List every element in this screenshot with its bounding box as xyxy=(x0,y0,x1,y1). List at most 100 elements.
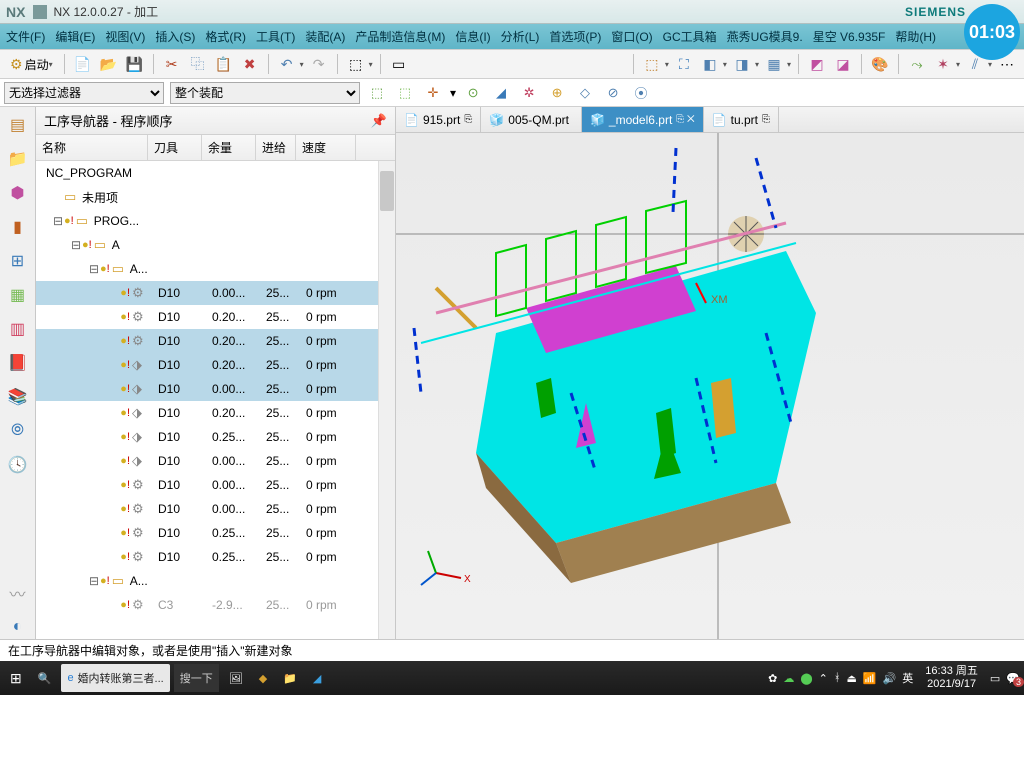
3d-viewport[interactable]: XM X xyxy=(396,133,1024,639)
tray-360-icon[interactable]: ⬤ xyxy=(800,672,812,685)
tree-row[interactable]: ●!⚙D100.00...25...0 rpm xyxy=(36,281,395,305)
tab-2[interactable]: 🧊_model6.prt⎘ ✕ xyxy=(582,107,704,132)
menu-xingkong[interactable]: 星空 V6.935F xyxy=(813,26,886,47)
tray-flower-icon[interactable]: ✿ xyxy=(768,672,777,685)
rail-toggle-icon[interactable]: 〰 xyxy=(6,581,30,605)
render-icon[interactable]: ▦ xyxy=(763,53,785,75)
col-speed[interactable]: 速度 xyxy=(296,135,356,160)
task-chat[interactable]: ◢ xyxy=(307,664,327,692)
paste-icon[interactable]: 📋 xyxy=(213,53,235,75)
rail-book-icon[interactable]: 📕 xyxy=(6,351,30,375)
menu-format[interactable]: 格式(R) xyxy=(205,26,246,47)
tray-ime[interactable]: 英 xyxy=(902,670,913,686)
tab-1[interactable]: 🧊005-QM.prt xyxy=(481,107,582,132)
filter-btn1[interactable]: ⬚ xyxy=(366,82,388,104)
curve2-icon[interactable]: ✶ xyxy=(932,53,954,75)
tree-row[interactable]: ●!⚙D100.25...25...0 rpm xyxy=(36,545,395,569)
start-button[interactable]: ⚙启动▾ xyxy=(6,54,57,75)
menu-info[interactable]: 信息(I) xyxy=(455,26,490,47)
tab-0[interactable]: 📄915.prt⎘ xyxy=(396,107,481,132)
wcs2-icon[interactable]: ◪ xyxy=(832,53,854,75)
menu-help[interactable]: 帮助(H) xyxy=(895,26,936,47)
tree-row[interactable]: ●!⚙C3-2.9...25...0 rpm xyxy=(36,593,395,617)
cut-icon[interactable]: ✂ xyxy=(161,53,183,75)
start-menu[interactable]: ⊞ xyxy=(4,664,28,692)
tree-row[interactable]: ⊟●!▭A xyxy=(36,233,395,257)
cube2-icon[interactable]: ◨ xyxy=(731,53,753,75)
task-explorer[interactable]: 📁 xyxy=(277,664,303,692)
rail-nav-icon[interactable]: ▤ xyxy=(6,113,30,137)
rail-reuse-icon[interactable]: ⬢ xyxy=(6,181,30,205)
curve1-icon[interactable]: ⤳ xyxy=(906,53,928,75)
rail-books-icon[interactable]: 📚 xyxy=(6,385,30,409)
tray-bt-icon[interactable]: ᚼ xyxy=(834,672,841,684)
rail-sheet-icon[interactable]: ▥ xyxy=(6,317,30,341)
rail-mfg-icon[interactable]: ▮ xyxy=(6,215,30,239)
zoom-fit-icon[interactable]: ⛶ xyxy=(673,53,695,75)
tree-row[interactable]: ⊟●!▭PROG... xyxy=(36,209,395,233)
menu-pmi[interactable]: 产品制造信息(M) xyxy=(355,26,445,47)
tree-row[interactable]: ▭未用项 xyxy=(36,185,395,209)
rail-tree-icon[interactable]: ⊞ xyxy=(6,249,30,273)
copy-icon[interactable]: ⿻ xyxy=(187,53,209,75)
tree-row[interactable]: NC_PROGRAM xyxy=(36,161,395,185)
tray-wifi-icon[interactable]: 📶 xyxy=(863,672,877,685)
tree-row[interactable]: ●!⬗D100.20...25...0 rpm xyxy=(36,353,395,377)
rail-wifi-icon[interactable]: ⦾ xyxy=(6,419,30,443)
snap-quad-icon[interactable]: ◇ xyxy=(574,82,596,104)
tree-row[interactable]: ●!⚙D100.20...25...0 rpm xyxy=(36,305,395,329)
color-icon[interactable]: 🎨 xyxy=(869,53,891,75)
search-box[interactable]: 搜一下 xyxy=(174,664,219,692)
tree-row[interactable]: ●!⬗D100.20...25...0 rpm xyxy=(36,401,395,425)
filter-btn3[interactable]: ✛ xyxy=(422,82,444,104)
snap-point-icon[interactable]: ⊙ xyxy=(462,82,484,104)
col-remain[interactable]: 余量 xyxy=(202,135,256,160)
wcs1-icon[interactable]: ◩ xyxy=(806,53,828,75)
tray-vol-icon[interactable]: 🔊 xyxy=(883,672,897,685)
rail-part-icon[interactable]: 📁 xyxy=(6,147,30,171)
menu-edit[interactable]: 编辑(E) xyxy=(55,26,95,47)
delete-icon[interactable]: ✖ xyxy=(239,53,261,75)
tree-row[interactable]: ●!⚙D100.25...25...0 rpm xyxy=(36,521,395,545)
menu-file[interactable]: 文件(F) xyxy=(6,26,45,47)
touch-icon[interactable]: ⬚ xyxy=(345,53,367,75)
undo-icon[interactable]: ↶ xyxy=(276,53,298,75)
filter-btn2[interactable]: ⬚ xyxy=(394,82,416,104)
tree-row[interactable]: ●!⚙D100.20...25...0 rpm xyxy=(36,329,395,353)
tree-row[interactable]: ⊟●!▭A... xyxy=(36,257,395,281)
col-tool[interactable]: 刀具 xyxy=(148,135,202,160)
menu-gc[interactable]: GC工具箱 xyxy=(663,26,717,47)
menu-yanxiu[interactable]: 燕秀UG模具9. xyxy=(727,26,803,47)
tray-note-icon[interactable]: ▭ xyxy=(990,672,1000,685)
menu-window[interactable]: 窗口(O) xyxy=(611,26,652,47)
menu-insert[interactable]: 插入(S) xyxy=(155,26,195,47)
browser-task[interactable]: e婚内转账第三者... xyxy=(61,664,169,692)
col-feed[interactable]: 进给 xyxy=(256,135,296,160)
task-img[interactable]: 🖼 xyxy=(223,664,249,692)
tab-3[interactable]: 📄tu.prt⎘ xyxy=(704,107,779,132)
rail-clock-icon[interactable]: 🕓 xyxy=(6,453,30,477)
cube1-icon[interactable]: ◧ xyxy=(699,53,721,75)
task-nx[interactable]: ◆ xyxy=(253,664,273,692)
snap-tan-icon[interactable]: ⊘ xyxy=(602,82,624,104)
snap-center-icon[interactable]: ⊕ xyxy=(546,82,568,104)
sel-window-icon[interactable]: ⬚ xyxy=(641,53,663,75)
tray-usb-icon[interactable]: ⏏ xyxy=(846,672,856,685)
save-icon[interactable]: 💾 xyxy=(124,53,146,75)
tree-row[interactable]: ●!⬗D100.00...25...0 rpm xyxy=(36,449,395,473)
new-icon[interactable]: 📄 xyxy=(72,53,94,75)
menu-assembly[interactable]: 装配(A) xyxy=(305,26,345,47)
tree-row[interactable]: ●!⬗D100.25...25...0 rpm xyxy=(36,425,395,449)
assembly-filter[interactable]: 整个装配 xyxy=(170,82,360,104)
obj-display-icon[interactable]: ▭ xyxy=(388,53,410,75)
search-win[interactable]: 🔍 xyxy=(32,664,58,692)
tray-wechat-icon[interactable]: ☁ xyxy=(783,672,794,685)
tree-row[interactable]: ●!⚙D100.00...25...0 rpm xyxy=(36,473,395,497)
tray-action-icon[interactable]: 💬3 xyxy=(1006,672,1020,685)
col-name[interactable]: 名称 xyxy=(36,135,148,160)
snap-curve-icon[interactable]: ⦿ xyxy=(630,82,652,104)
tree-row[interactable]: ●!⬗D100.00...25...0 rpm xyxy=(36,377,395,401)
rail-history-icon[interactable]: ▦ xyxy=(6,283,30,307)
tray-up-icon[interactable]: ⌃ xyxy=(819,672,828,685)
pin-icon[interactable]: 📌 xyxy=(371,113,387,129)
